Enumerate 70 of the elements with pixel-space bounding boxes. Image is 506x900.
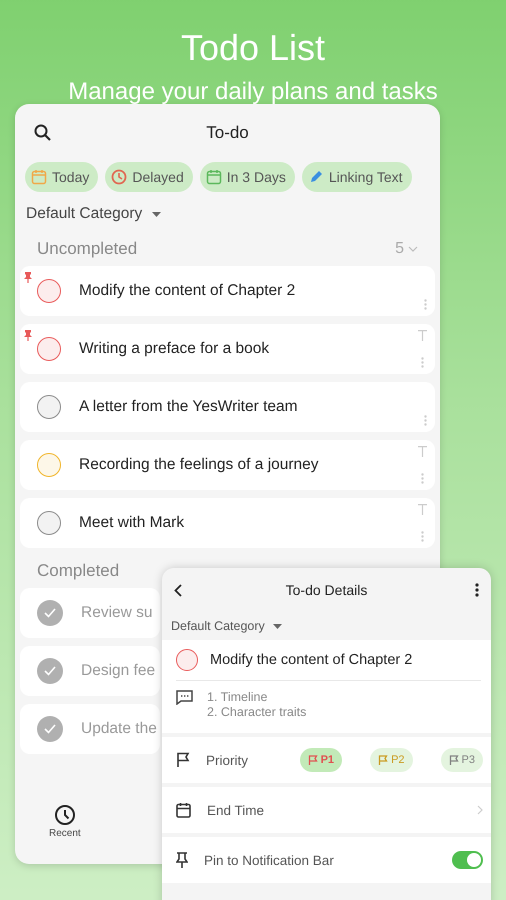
priority-chip[interactable]: P1 [300,748,342,772]
filter-chip[interactable]: In 3 Days [200,162,295,192]
toggle-switch[interactable] [452,851,483,869]
task-title: Meet with Mark [79,514,184,532]
completed-checkbox[interactable] [37,600,63,626]
flag-icon [448,755,459,765]
task-row[interactable]: A letter from the YesWriter team [20,382,435,432]
end-time-row[interactable]: End Time [162,787,491,833]
task-checkbox[interactable] [37,511,61,535]
task-title: Modify the content of Chapter 2 [79,282,296,300]
subheadline: Manage your daily plans and tasks [68,77,438,107]
move-to-top-icon[interactable] [418,330,427,341]
calendar-icon [31,169,47,185]
move-to-top-icon[interactable] [418,446,427,457]
screen-title: To-do [206,123,249,142]
calendar-icon [206,169,222,185]
calendar-icon [176,802,191,818]
task-row[interactable]: Recording the feelings of a journey [20,440,435,490]
checkmark-icon [44,608,56,618]
note-line: 1. Timeline [207,690,268,704]
task-checkbox[interactable] [37,337,61,361]
filter-chip[interactable]: Today [25,162,98,192]
task-checkbox[interactable] [37,395,61,419]
note-icon [176,690,193,705]
note-line: 2. Character traits [207,705,306,719]
section-heading: Completed [37,561,120,581]
flag-icon [308,755,318,765]
completed-checkbox[interactable] [37,658,63,684]
task-title: A letter from the YesWriter team [79,398,298,416]
section-heading: Uncompleted [37,239,138,259]
dropdown-caret-icon [272,624,282,628]
task-checkbox[interactable] [37,453,61,477]
task-row[interactable]: Meet with Mark [20,498,435,548]
priority-chip[interactable]: P3 [440,748,483,772]
checkmark-icon [44,724,56,734]
completed-checkbox[interactable] [37,716,63,742]
back-icon[interactable] [174,584,182,596]
clock-icon [54,804,76,826]
flag-icon [176,752,190,768]
category-selector[interactable]: Default Category [171,619,265,633]
task-title: Review su [81,604,152,622]
panel-title: To-do Details [286,582,368,598]
task-title: Writing a preface for a book [79,340,270,358]
task-checkbox[interactable] [176,649,198,671]
checkmark-icon [44,666,56,676]
row-label: Priority [206,752,250,768]
task-title: Update the [81,720,157,738]
flag-icon [378,755,388,765]
task-title: Recording the feelings of a journey [79,456,319,474]
search-icon[interactable] [33,123,53,143]
task-title: Design fee [81,662,156,680]
move-to-top-icon[interactable] [418,504,427,515]
chevron-right-icon [477,805,483,815]
task-row[interactable]: Writing a preface for a book [20,324,435,374]
nav-tab[interactable]: Recent [49,804,81,864]
task-title: Modify the content of Chapter 2 [210,652,412,668]
task-count: 5 [395,240,404,258]
headline: Todo List [180,26,326,70]
category-selector[interactable]: Default Category [26,205,142,223]
pin-icon [176,852,188,868]
task-row[interactable]: Modify the content of Chapter 2 [20,266,435,316]
chevron-down-icon[interactable] [408,246,418,252]
row-label: End Time [207,802,266,818]
dropdown-caret-icon [152,212,162,216]
task-checkbox[interactable] [37,279,61,303]
filter-chip[interactable]: Linking Text [302,162,412,192]
row-label: Pin to Notification Bar [204,852,335,868]
filter-chip[interactable]: Delayed [105,162,193,192]
more-icon[interactable] [475,583,479,597]
clock-icon [111,169,128,185]
